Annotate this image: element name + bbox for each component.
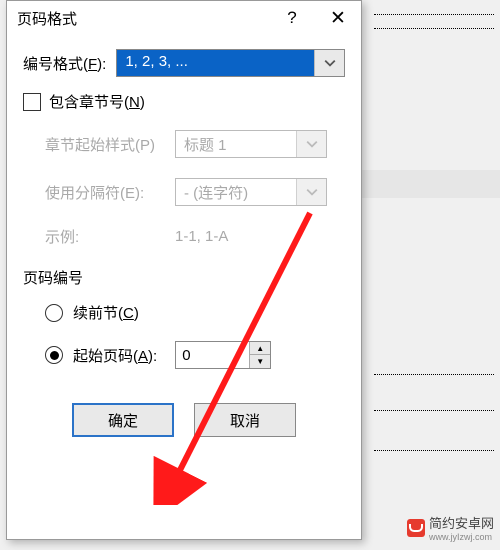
watermark: 简约安卓网 www.jyIzwj.com bbox=[407, 513, 494, 542]
separator-value: - (连字符) bbox=[176, 179, 296, 205]
chapter-start-style-label: 章节起始样式(P) bbox=[45, 134, 175, 155]
page-number-section-label: 页码编号 bbox=[23, 267, 345, 288]
chevron-down-icon bbox=[296, 131, 326, 157]
help-button[interactable]: ? bbox=[269, 1, 315, 35]
start-at-spinner[interactable]: 0 ▲ ▼ bbox=[175, 341, 271, 369]
example-label: 示例: bbox=[45, 226, 175, 247]
page-number-format-dialog: 页码格式 ? ✕ 编号格式(F): 1, 2, 3, ... 包含章节号(N) … bbox=[6, 0, 362, 540]
chapter-start-style-combo: 标题 1 bbox=[175, 130, 327, 158]
start-at-value: 0 bbox=[176, 342, 249, 368]
cancel-button[interactable]: 取消 bbox=[194, 403, 296, 437]
titlebar: 页码格式 ? ✕ bbox=[7, 1, 361, 35]
separator-combo: - (连字符) bbox=[175, 178, 327, 206]
chapter-start-style-value: 标题 1 bbox=[176, 131, 296, 157]
include-chapter-checkbox[interactable]: 包含章节号(N) bbox=[23, 91, 345, 112]
continue-previous-label: 续前节(C) bbox=[73, 302, 139, 323]
watermark-text: 简约安卓网 bbox=[429, 513, 494, 532]
number-format-value: 1, 2, 3, ... bbox=[117, 50, 314, 76]
ok-button[interactable]: 确定 bbox=[72, 403, 174, 437]
dialog-title: 页码格式 bbox=[17, 8, 269, 29]
include-chapter-label: 包含章节号(N) bbox=[49, 91, 145, 112]
separator-label: 使用分隔符(E): bbox=[45, 182, 175, 203]
chevron-down-icon bbox=[296, 179, 326, 205]
number-format-label: 编号格式(F): bbox=[23, 53, 106, 74]
number-format-combo[interactable]: 1, 2, 3, ... bbox=[116, 49, 345, 77]
close-button[interactable]: ✕ bbox=[315, 1, 361, 35]
radio-icon bbox=[45, 346, 63, 364]
chevron-down-icon bbox=[314, 50, 344, 76]
start-at-radio[interactable]: 起始页码(A): 0 ▲ ▼ bbox=[45, 341, 345, 369]
example-value: 1-1, 1-A bbox=[175, 228, 228, 245]
spinner-down-icon[interactable]: ▼ bbox=[250, 355, 270, 368]
start-at-label: 起始页码(A): bbox=[73, 345, 157, 366]
watermark-url: www.jyIzwj.com bbox=[429, 532, 494, 542]
spinner-up-icon[interactable]: ▲ bbox=[250, 342, 270, 355]
watermark-logo-icon bbox=[407, 519, 425, 537]
continue-previous-radio[interactable]: 续前节(C) bbox=[45, 302, 345, 323]
radio-icon bbox=[45, 304, 63, 322]
checkbox-icon bbox=[23, 93, 41, 111]
